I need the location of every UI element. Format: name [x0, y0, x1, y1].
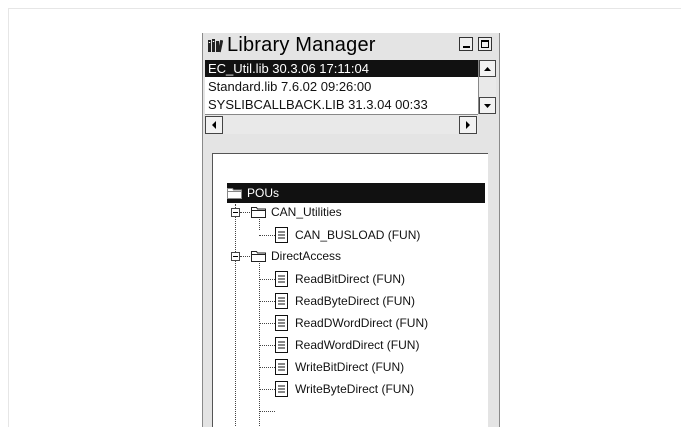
collapse-toggle[interactable] [231, 208, 240, 217]
minimize-button[interactable] [459, 37, 473, 51]
tree-folder-can-utilities[interactable]: CAN_Utilities [251, 202, 451, 222]
tree-connector [259, 389, 275, 390]
tree-node-label: CAN_BUSLOAD (FUN) [295, 228, 421, 242]
tree-node-label: POUs [247, 186, 280, 200]
tree-connector [235, 204, 236, 427]
library-list-horizontal-scrollbar[interactable] [205, 114, 478, 134]
tree-node-label: CAN_Utilities [271, 205, 342, 219]
tree-connector [259, 235, 275, 236]
pou-tree[interactable]: POUs CAN_Utilities CAN_BUSLOAD (FUN) Dir… [212, 153, 488, 427]
tree-root-pous[interactable]: POUs [227, 183, 485, 203]
scroll-left-button[interactable] [205, 116, 223, 134]
tree-item[interactable]: CAN_BUSLOAD (FUN) [275, 225, 475, 245]
arrow-left-icon [212, 121, 216, 129]
title-bar[interactable]: Library Manager [203, 33, 499, 57]
folder-open-icon [251, 251, 266, 262]
window-title: Library Manager [227, 34, 376, 56]
tree-node-label: ReadByteDirect (FUN) [295, 294, 416, 308]
tree-item[interactable]: WriteByteDirect (FUN) [275, 379, 475, 399]
scroll-down-button[interactable] [479, 97, 496, 114]
tree-connector [259, 411, 275, 412]
folder-open-icon [227, 188, 242, 199]
library-list-item[interactable]: SYSLIBCALLBACK.LIB 31.3.04 00:33 [205, 96, 478, 113]
tree-node-label: WriteByteDirect (FUN) [295, 382, 415, 396]
tree-connector [259, 323, 275, 324]
library-manager-window: Library Manager EC_Util.lib 30.3.06 17:1… [202, 33, 500, 427]
collapse-toggle[interactable] [231, 252, 240, 261]
page-frame-left [8, 8, 9, 427]
document-icon [275, 271, 288, 287]
document-icon [275, 227, 288, 243]
tree-connector [259, 367, 275, 368]
maximize-button[interactable] [478, 37, 492, 51]
document-icon [275, 381, 288, 397]
library-list-item[interactable]: EC_Util.lib 30.3.06 17:11:04 [205, 60, 478, 77]
document-icon [275, 293, 288, 309]
library-list-vertical-scrollbar[interactable] [478, 60, 496, 114]
folder-open-icon [251, 207, 266, 218]
tree-node-label: WriteBitDirect (FUN) [295, 360, 405, 374]
tree-item[interactable]: ReadByteDirect (FUN) [275, 291, 475, 311]
arrow-up-icon [484, 67, 491, 71]
document-icon [275, 315, 288, 331]
scroll-right-button[interactable] [459, 116, 477, 134]
scroll-up-button[interactable] [479, 60, 496, 77]
tree-connector [259, 279, 275, 280]
document-icon [275, 337, 288, 353]
tree-connector [240, 256, 250, 257]
page-frame-top [8, 8, 681, 9]
arrow-down-icon [484, 104, 491, 108]
tree-node-label: ReadDWordDirect (FUN) [295, 316, 429, 330]
tree-item[interactable]: WriteBitDirect (FUN) [275, 357, 475, 377]
tree-connector [259, 258, 260, 427]
library-list-item[interactable]: Standard.lib 7.6.02 09:26:00 [205, 78, 478, 95]
tree-node-label: DirectAccess [271, 249, 342, 263]
tree-node-label: ReadWordDirect (FUN) [295, 338, 420, 352]
tree-node-label: ReadBitDirect (FUN) [295, 272, 406, 286]
tree-connector [259, 345, 275, 346]
arrow-right-icon [466, 121, 470, 129]
document-icon [275, 359, 288, 375]
library-list[interactable]: EC_Util.lib 30.3.06 17:11:04 Standard.li… [205, 60, 478, 114]
tree-connector [259, 301, 275, 302]
library-manager-icon [208, 39, 223, 53]
tree-connector [240, 212, 250, 213]
tree-item[interactable]: ReadWordDirect (FUN) [275, 335, 475, 355]
tree-item[interactable]: ReadBitDirect (FUN) [275, 269, 475, 289]
tree-item[interactable]: ReadDWordDirect (FUN) [275, 313, 475, 333]
tree-folder-directaccess[interactable]: DirectAccess [251, 246, 451, 266]
